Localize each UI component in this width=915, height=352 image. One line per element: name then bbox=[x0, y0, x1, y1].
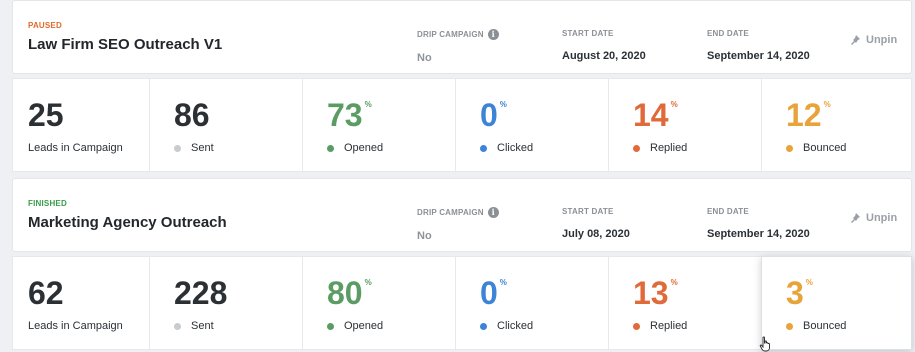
opened-label: Opened bbox=[344, 142, 384, 154]
sent-label: Sent bbox=[191, 320, 214, 332]
clicked-label: Clicked bbox=[497, 142, 534, 154]
bounced-label: Bounced bbox=[803, 142, 847, 154]
opened-dot-icon bbox=[327, 322, 334, 330]
campaign-header: FINISHED Marketing Agency Outreach DRIP … bbox=[12, 178, 912, 252]
drip-campaign-value: No bbox=[417, 230, 432, 242]
hand-cursor-icon bbox=[759, 336, 770, 352]
stat-clicked[interactable]: 0% Clicked bbox=[455, 78, 609, 172]
end-date-value: September 14, 2020 bbox=[707, 50, 810, 62]
bounced-percent: 12 bbox=[786, 97, 822, 133]
stat-bounced[interactable]: 3% Bounced bbox=[761, 256, 912, 350]
campaign-stats: 25 Leads in Campaign 86 Sent 73% Opened … bbox=[12, 78, 912, 172]
stat-opened[interactable]: 80% Opened bbox=[302, 256, 456, 350]
opened-label: Opened bbox=[344, 320, 384, 332]
start-date-value: July 08, 2020 bbox=[562, 228, 630, 240]
percent-sign: % bbox=[499, 100, 507, 109]
replied-label: Replied bbox=[650, 142, 688, 154]
replied-percent: 13 bbox=[633, 275, 669, 311]
end-date-label: END DATE bbox=[707, 29, 749, 38]
percent-sign: % bbox=[805, 278, 813, 287]
pin-icon bbox=[851, 213, 860, 223]
campaign-header: PAUSED Law Firm SEO Outreach V1 DRIP CAM… bbox=[12, 0, 912, 74]
unpin-label: Unpin bbox=[866, 212, 898, 224]
percent-sign: % bbox=[670, 100, 678, 109]
drip-campaign-label: DRIP CAMPAIGN bbox=[417, 208, 484, 217]
end-date-label: END DATE bbox=[707, 207, 749, 216]
sent-dot-icon bbox=[174, 322, 181, 330]
opened-percent: 73 bbox=[327, 97, 363, 133]
campaign-name[interactable]: Marketing Agency Outreach bbox=[28, 214, 227, 231]
replied-label: Replied bbox=[650, 320, 688, 332]
drip-campaign-value: No bbox=[417, 52, 432, 64]
campaign-stats: 62 Leads in Campaign 228 Sent 80% Opened… bbox=[12, 256, 912, 350]
campaign-card: PAUSED Law Firm SEO Outreach V1 DRIP CAM… bbox=[12, 0, 912, 172]
status-badge: PAUSED bbox=[28, 21, 62, 30]
replied-percent: 14 bbox=[633, 97, 669, 133]
stat-leads[interactable]: 62 Leads in Campaign bbox=[12, 256, 150, 350]
percent-sign: % bbox=[670, 278, 678, 287]
clicked-dot-icon bbox=[480, 322, 487, 330]
stat-sent[interactable]: 86 Sent bbox=[149, 78, 303, 172]
end-date-field: END DATE September 14, 2020 bbox=[707, 207, 810, 240]
stat-clicked[interactable]: 0% Clicked bbox=[455, 256, 609, 350]
stat-opened[interactable]: 73% Opened bbox=[302, 78, 456, 172]
info-icon[interactable]: i bbox=[487, 207, 499, 218]
percent-sign: % bbox=[499, 278, 507, 287]
leads-label: Leads in Campaign bbox=[28, 142, 123, 154]
replied-dot-icon bbox=[633, 144, 640, 152]
unpin-label: Unpin bbox=[866, 34, 898, 46]
end-date-value: September 14, 2020 bbox=[707, 228, 810, 240]
start-date-value: August 20, 2020 bbox=[562, 50, 646, 62]
clicked-dot-icon bbox=[480, 144, 487, 152]
unpin-button[interactable]: Unpin bbox=[849, 34, 897, 46]
start-date-field: START DATE August 20, 2020 bbox=[562, 29, 646, 62]
start-date-label: START DATE bbox=[562, 207, 614, 216]
bounced-label: Bounced bbox=[803, 320, 847, 332]
drip-campaign-label: DRIP CAMPAIGN bbox=[417, 30, 484, 39]
opened-percent: 80 bbox=[327, 275, 363, 311]
end-date-field: END DATE September 14, 2020 bbox=[707, 29, 810, 62]
campaign-name[interactable]: Law Firm SEO Outreach V1 bbox=[28, 36, 222, 53]
percent-sign: % bbox=[823, 100, 831, 109]
replied-dot-icon bbox=[633, 322, 640, 330]
stat-replied[interactable]: 14% Replied bbox=[608, 78, 762, 172]
stat-leads[interactable]: 25 Leads in Campaign bbox=[12, 78, 150, 172]
sent-count: 86 bbox=[174, 97, 210, 133]
drip-campaign-field: DRIP CAMPAIGN i No bbox=[417, 29, 499, 64]
campaign-card: FINISHED Marketing Agency Outreach DRIP … bbox=[12, 178, 912, 350]
start-date-label: START DATE bbox=[562, 29, 614, 38]
stat-bounced[interactable]: 12% Bounced bbox=[761, 78, 912, 172]
leads-label: Leads in Campaign bbox=[28, 320, 123, 332]
unpin-button[interactable]: Unpin bbox=[849, 212, 897, 224]
stat-sent[interactable]: 228 Sent bbox=[149, 256, 303, 350]
start-date-field: START DATE July 08, 2020 bbox=[562, 207, 630, 240]
bounced-dot-icon bbox=[786, 322, 793, 330]
bounced-percent: 3 bbox=[786, 275, 804, 311]
status-badge: FINISHED bbox=[28, 199, 67, 208]
opened-dot-icon bbox=[327, 144, 334, 152]
info-icon[interactable]: i bbox=[487, 29, 499, 40]
sent-count: 228 bbox=[174, 275, 228, 311]
clicked-percent: 0 bbox=[480, 97, 498, 133]
leads-count: 62 bbox=[28, 275, 64, 311]
leads-count: 25 bbox=[28, 97, 64, 133]
percent-sign: % bbox=[364, 100, 372, 109]
percent-sign: % bbox=[364, 278, 372, 287]
drip-campaign-field: DRIP CAMPAIGN i No bbox=[417, 207, 499, 242]
pin-icon bbox=[851, 35, 860, 45]
stat-replied[interactable]: 13% Replied bbox=[608, 256, 762, 350]
clicked-label: Clicked bbox=[497, 320, 534, 332]
clicked-percent: 0 bbox=[480, 275, 498, 311]
sent-dot-icon bbox=[174, 144, 181, 152]
sent-label: Sent bbox=[191, 142, 214, 154]
bounced-dot-icon bbox=[786, 144, 793, 152]
